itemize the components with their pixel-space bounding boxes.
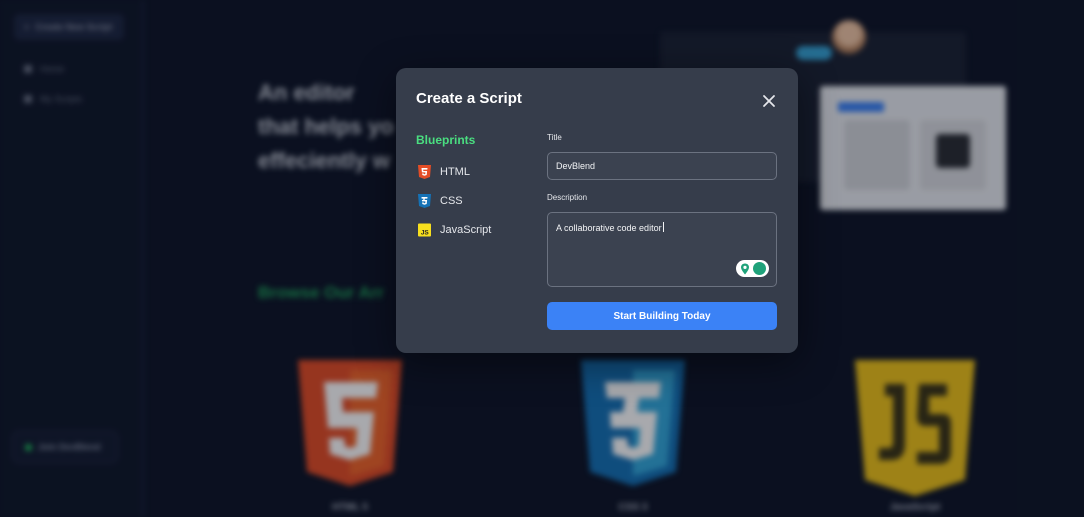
title-label: Title	[547, 133, 562, 142]
start-building-button[interactable]: Start Building Today	[547, 302, 777, 330]
assistant-bubble-icon	[753, 262, 766, 275]
html5-icon	[418, 165, 431, 179]
location-pin-icon	[741, 263, 749, 274]
description-value: A collaborative code editor	[556, 223, 662, 233]
blueprint-label: JavaScript	[440, 224, 492, 236]
javascript-icon: JS	[418, 223, 431, 237]
description-label: Description	[547, 193, 588, 202]
app-root: + Create New Script Home My Scripts Join…	[0, 0, 1084, 517]
blueprint-item-javascript[interactable]: JS JavaScript	[418, 222, 491, 238]
blueprint-label: CSS	[440, 195, 463, 207]
blueprint-item-css[interactable]: CSS	[418, 193, 463, 209]
css3-icon	[418, 194, 431, 208]
modal-title: Create a Script	[416, 90, 522, 107]
blueprint-item-html[interactable]: HTML	[418, 164, 470, 180]
title-input[interactable]	[547, 152, 777, 180]
create-script-modal: Create a Script Blueprints HTML CSS JS J…	[396, 68, 798, 353]
svg-text:JS: JS	[421, 230, 430, 237]
description-text: A collaborative code editor	[556, 222, 664, 233]
blueprints-heading: Blueprints	[416, 133, 476, 147]
description-textarea[interactable]: A collaborative code editor	[547, 212, 777, 287]
writing-assistant-widget[interactable]	[736, 260, 769, 277]
text-caret	[662, 222, 664, 232]
blueprint-label: HTML	[440, 166, 470, 178]
close-icon[interactable]	[761, 93, 777, 109]
